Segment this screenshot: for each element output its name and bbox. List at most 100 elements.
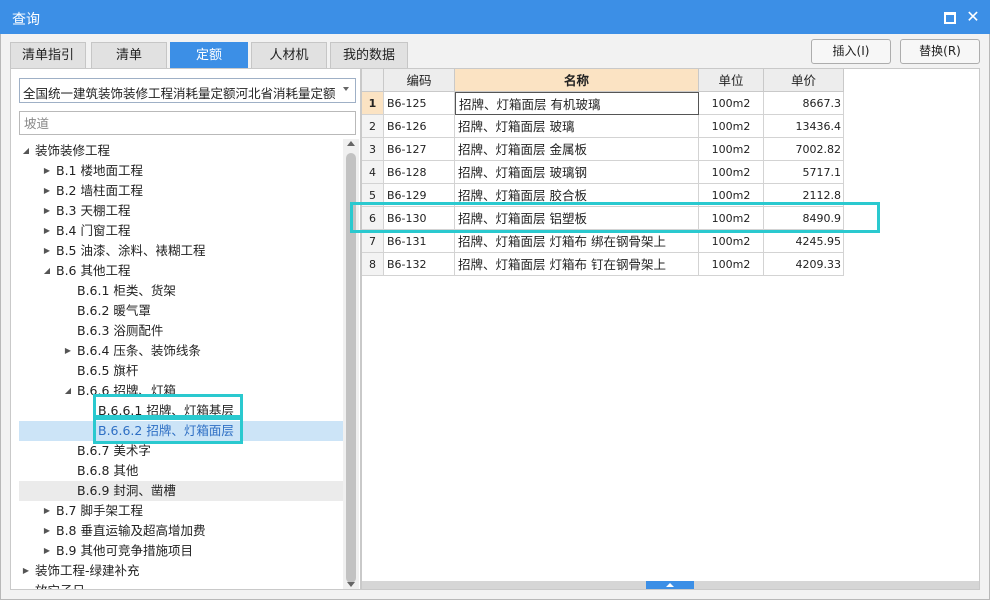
tree-node[interactable]: ▶ B.3 天棚工程: [19, 201, 343, 221]
tab-my-data[interactable]: 我的数据: [330, 42, 408, 68]
close-icon[interactable]: ✕: [964, 8, 982, 26]
tree-scrollbar[interactable]: [343, 139, 359, 589]
tree-node[interactable]: B.6.9 封洞、凿槽: [19, 481, 343, 501]
tree-node[interactable]: ▶ B.6.4 压条、装饰线条: [19, 341, 343, 361]
table-cell-code[interactable]: B6-128: [384, 161, 455, 184]
table-cell-code[interactable]: B6-130: [384, 207, 455, 230]
tree-node[interactable]: B.6.6.1 招牌、灯箱基层: [19, 401, 343, 421]
scroll-up-icon[interactable]: [347, 141, 355, 146]
price-column-header[interactable]: 单价: [764, 69, 844, 92]
tree-node[interactable]: 放它子日: [19, 581, 343, 589]
name-column-header[interactable]: 名称: [455, 69, 699, 92]
table-cell-price[interactable]: 7002.82: [764, 138, 844, 161]
collapsed-arrow-icon[interactable]: ▶: [21, 561, 31, 581]
collapsed-arrow-icon[interactable]: ▶: [42, 161, 52, 181]
collapsed-arrow-icon[interactable]: ▶: [42, 501, 52, 521]
table-cell-unit[interactable]: 100m2: [699, 161, 764, 184]
expanded-arrow-icon[interactable]: ◢: [42, 261, 52, 281]
table-cell-code[interactable]: B6-126: [384, 115, 455, 138]
tree-node[interactable]: ▶ B.5 油漆、涂料、裱糊工程: [19, 241, 343, 261]
table-cell-code[interactable]: B6-125: [384, 92, 455, 115]
tree-node[interactable]: B.6.3 浴厕配件: [19, 321, 343, 341]
table-cell-idx[interactable]: 5: [362, 184, 384, 207]
tree-node[interactable]: ▶ B.8 垂直运输及超高增加费: [19, 521, 343, 541]
unit-column-header[interactable]: 单位: [699, 69, 764, 92]
table-cell-unit[interactable]: 100m2: [699, 253, 764, 276]
collapsed-arrow-icon[interactable]: ▶: [42, 541, 52, 561]
tree-node[interactable]: B.6.1 柜类、货架: [19, 281, 343, 301]
table-cell-name[interactable]: 招牌、灯箱面层 灯箱布 绑在钢骨架上: [455, 230, 699, 253]
tree-node-label: B.6.3 浴厕配件: [77, 323, 164, 338]
scroll-down-icon[interactable]: [347, 582, 355, 587]
tree-node[interactable]: ▶ 装饰工程-绿建补充: [19, 561, 343, 581]
table-cell-price[interactable]: 8490.9: [764, 207, 844, 230]
collapsed-arrow-icon[interactable]: ▶: [42, 221, 52, 241]
tree-node[interactable]: ▶ B.2 墙柱面工程: [19, 181, 343, 201]
code-column-header[interactable]: 编码: [384, 69, 455, 92]
chevron-down-icon: [343, 87, 349, 91]
table-cell-idx[interactable]: 1: [362, 92, 384, 115]
quota-library-select[interactable]: 全国统一建筑装饰装修工程消耗量定额河北省消耗量定额(2012): [19, 78, 356, 103]
tab-materials[interactable]: 人材机: [251, 42, 327, 68]
tree-node[interactable]: B.6.8 其他: [19, 461, 343, 481]
table-cell-unit[interactable]: 100m2: [699, 184, 764, 207]
tree-node[interactable]: B.6.6.2 招牌、灯箱面层: [19, 421, 343, 441]
table-cell-unit[interactable]: 100m2: [699, 138, 764, 161]
insert-button[interactable]: 插入(I): [811, 39, 891, 64]
table-cell-idx[interactable]: 8: [362, 253, 384, 276]
collapsed-arrow-icon[interactable]: ▶: [42, 181, 52, 201]
expanded-arrow-icon[interactable]: ◢: [63, 381, 73, 401]
table-cell-code[interactable]: B6-129: [384, 184, 455, 207]
table-cell-price[interactable]: 4245.95: [764, 230, 844, 253]
table-cell-idx[interactable]: 2: [362, 115, 384, 138]
table-cell-idx[interactable]: 7: [362, 230, 384, 253]
tree-node[interactable]: ▶ B.9 其他可竞争措施项目: [19, 541, 343, 561]
table-cell-idx[interactable]: 4: [362, 161, 384, 184]
search-input[interactable]: [19, 111, 356, 135]
collapse-grip-icon[interactable]: [646, 581, 694, 589]
table-cell-code[interactable]: B6-132: [384, 253, 455, 276]
collapsed-arrow-icon[interactable]: ▶: [42, 241, 52, 261]
table-cell-idx[interactable]: 6: [362, 207, 384, 230]
table-cell-name[interactable]: 招牌、灯箱面层 灯箱布 钉在钢骨架上: [455, 253, 699, 276]
tree-node[interactable]: B.6.5 旗杆: [19, 361, 343, 381]
table-cell-unit[interactable]: 100m2: [699, 115, 764, 138]
tree-node[interactable]: ▶ B.1 楼地面工程: [19, 161, 343, 181]
tab-bill[interactable]: 清单: [91, 42, 167, 68]
table-cell-price[interactable]: 8667.3: [764, 92, 844, 115]
table-cell-name[interactable]: 招牌、灯箱面层 金属板: [455, 138, 699, 161]
table-cell-name[interactable]: 招牌、灯箱面层 有机玻璃: [455, 92, 699, 115]
collapsed-arrow-icon[interactable]: ▶: [42, 201, 52, 221]
tree-node[interactable]: ▶ B.7 脚手架工程: [19, 501, 343, 521]
table-cell-price[interactable]: 13436.4: [764, 115, 844, 138]
table-cell-name[interactable]: 招牌、灯箱面层 玻璃: [455, 115, 699, 138]
tree-node[interactable]: ◢ 装饰装修工程: [19, 141, 343, 161]
table-cell-price[interactable]: 4209.33: [764, 253, 844, 276]
tree-node[interactable]: ◢ B.6.6 招牌、灯箱: [19, 381, 343, 401]
collapsed-arrow-icon[interactable]: ▶: [63, 341, 73, 361]
maximize-icon[interactable]: [940, 8, 958, 26]
collapsed-arrow-icon[interactable]: ▶: [42, 521, 52, 541]
tree-node[interactable]: B.6.2 暖气罩: [19, 301, 343, 321]
table-cell-unit[interactable]: 100m2: [699, 92, 764, 115]
table-cell-idx[interactable]: 3: [362, 138, 384, 161]
table-cell-name[interactable]: 招牌、灯箱面层 胶合板: [455, 184, 699, 207]
quota-tree: ◢ 装饰装修工程 ▶ B.1 楼地面工程 ▶ B.2 墙柱面工程 ▶ B.3 天棚工程 ▶ B.4…: [19, 141, 343, 589]
table-cell-price[interactable]: 5717.1: [764, 161, 844, 184]
expanded-arrow-icon[interactable]: ◢: [21, 141, 31, 161]
table-cell-price[interactable]: 2112.8: [764, 184, 844, 207]
tab-quota[interactable]: 定额: [170, 42, 248, 68]
tree-node[interactable]: B.6.7 美术字: [19, 441, 343, 461]
table-cell-name[interactable]: 招牌、灯箱面层 玻璃钢: [455, 161, 699, 184]
scroll-thumb[interactable]: [346, 153, 356, 583]
table-cell-unit[interactable]: 100m2: [699, 230, 764, 253]
table-cell-unit[interactable]: 100m2: [699, 207, 764, 230]
tab-guide[interactable]: 清单指引: [10, 42, 86, 68]
table-cell-name[interactable]: 招牌、灯箱面层 铝塑板: [455, 207, 699, 230]
table-cell-code[interactable]: B6-127: [384, 138, 455, 161]
tree-node[interactable]: ◢ B.6 其他工程: [19, 261, 343, 281]
table-cell-code[interactable]: B6-131: [384, 230, 455, 253]
horizontal-scrollbar[interactable]: [362, 581, 979, 589]
tree-node[interactable]: ▶ B.4 门窗工程: [19, 221, 343, 241]
replace-button[interactable]: 替换(R): [900, 39, 980, 64]
